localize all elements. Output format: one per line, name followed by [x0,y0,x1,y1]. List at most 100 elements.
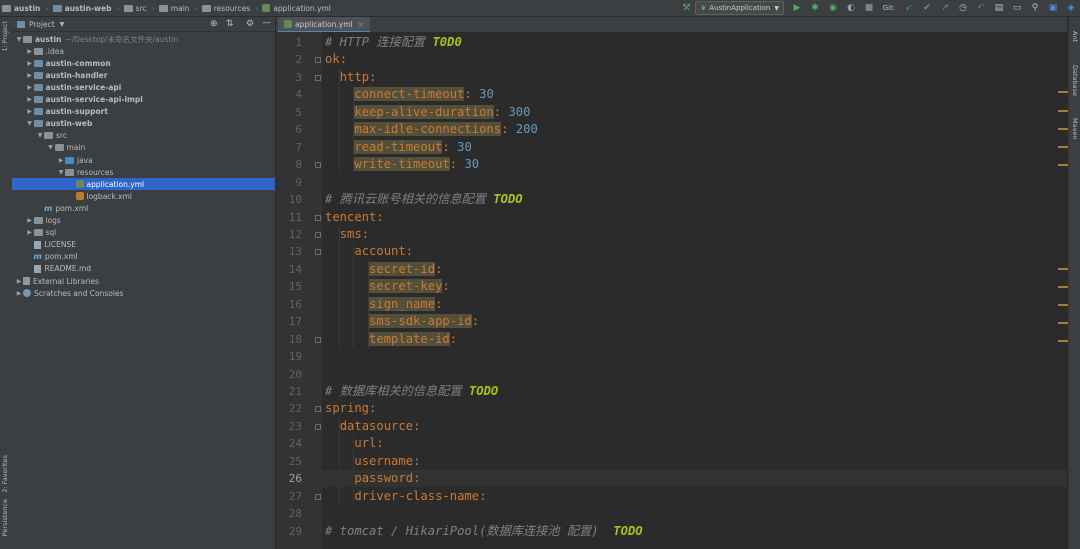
chevron-down-icon[interactable]: ▼ [57,169,65,176]
tree-item[interactable]: ▶ austin-service-api-impl [12,94,275,106]
chevron-right-icon[interactable]: ▶ [15,290,23,297]
chevron-down-icon[interactable]: ▼ [26,120,34,127]
debug-icon[interactable]: ✱ [809,2,821,14]
fold-marker-icon[interactable] [315,162,321,169]
tree-item[interactable]: ▶ Scratches and Consoles [12,287,275,299]
plugin-icon[interactable]: ◈ [1065,2,1077,14]
breadcrumb-item[interactable]: application.yml [260,0,334,16]
maven-tool-tab[interactable]: Maven [1071,118,1079,140]
chevron-down-icon[interactable]: ▼ [36,132,44,139]
search-icon[interactable]: ⚲ [1029,2,1041,14]
code-line: template-id: [325,331,457,348]
error-stripe-mark[interactable] [1058,286,1068,288]
tree-item[interactable]: logback.xml [12,190,275,202]
project-tree: ▼ austin ~/Desktop/未命名文件夹/austin ▶ .idea ▶ aus… [12,32,276,549]
breadcrumb-item[interactable]: austin-web [51,0,115,16]
fold-marker-icon[interactable] [315,423,321,430]
error-stripe-mark[interactable] [1058,91,1068,93]
tree-item[interactable]: ▶ austin-common [12,57,275,69]
database-tool-tab[interactable]: Database [1071,65,1079,96]
chevron-right-icon[interactable]: ▶ [26,60,34,67]
chevron-right-icon[interactable]: ▶ [26,96,34,103]
folder-icon [123,4,133,12]
chevron-right-icon[interactable]: ▶ [26,229,34,236]
error-stripe-mark[interactable] [1058,146,1068,148]
git-commit-icon[interactable]: ✔ [921,2,933,14]
ant-tool-tab[interactable]: Ant [1071,31,1079,42]
project-structure-icon[interactable]: ▤ [993,2,1005,14]
tree-item[interactable]: m pom.xml [12,251,275,263]
locate-file-icon[interactable]: ⊕ [210,19,218,29]
tree-item[interactable]: ▶ .idea [12,45,275,57]
tree-item[interactable]: LICENSE [12,239,275,251]
hammer-build-icon[interactable]: ⚒ [680,2,692,14]
error-stripe-mark[interactable] [1058,268,1068,270]
hide-panel-icon[interactable]: — [262,18,271,28]
chevron-down-icon[interactable]: ▼ [60,21,65,28]
tree-item[interactable]: README.md [12,263,275,275]
breadcrumb-item[interactable]: main [157,0,193,16]
error-stripe-mark[interactable] [1058,164,1068,166]
tree-item[interactable]: ▼ austin-web [12,118,275,130]
fold-marker-icon[interactable] [315,214,321,221]
tree-item[interactable]: ▶ austin-handler [12,69,275,81]
translate-icon[interactable]: ▣ [1047,2,1059,14]
favorites-tool-tab[interactable]: 2: Favorites [1,455,9,493]
tree-item[interactable]: ▶ java [12,154,275,166]
persistence-tool-tab[interactable]: Persistence [1,499,9,536]
error-stripe-mark[interactable] [1058,340,1068,342]
close-icon[interactable]: × [358,20,364,29]
fold-marker-icon[interactable] [315,231,321,238]
history-icon[interactable]: ◷ [957,2,969,14]
fold-marker-icon[interactable] [315,493,321,500]
editor-tab-application-yml[interactable]: application.yml × [278,17,370,33]
git-update-icon[interactable]: ↙ [903,2,915,14]
fold-marker-icon[interactable] [315,74,321,81]
run-configuration-dropdown[interactable]: ❦ AustinApplication ▼ [695,1,784,15]
chevron-right-icon[interactable]: ▶ [26,108,34,115]
line-number: 25 [288,454,302,468]
rollback-icon[interactable]: ↶ [975,2,987,14]
tree-item[interactable]: ▶ austin-service-api [12,81,275,93]
error-stripe-mark[interactable] [1058,304,1068,306]
tree-item[interactable]: application.yml [12,178,275,191]
fold-marker-icon[interactable] [315,249,321,256]
tree-item[interactable]: ▼ main [12,142,275,154]
breadcrumb-item[interactable]: austin [0,0,43,16]
tree-item[interactable]: ▼ resources [12,166,275,178]
project-view-selector[interactable]: Project [29,20,55,29]
error-stripe-mark[interactable] [1058,128,1068,130]
tree-item[interactable]: ▶ logs [12,215,275,227]
chevron-right-icon[interactable]: ▶ [26,72,34,79]
breadcrumb-item[interactable]: resources [200,0,253,16]
error-stripe-mark[interactable] [1058,322,1068,324]
error-stripe-mark[interactable] [1058,110,1068,112]
chevron-down-icon[interactable]: ▼ [15,36,23,43]
gear-icon[interactable]: ⚙ [246,19,254,29]
breadcrumb-item[interactable]: src [122,0,150,16]
git-push-icon[interactable]: ↗ [939,2,951,14]
chevron-right-icon[interactable]: ▶ [57,157,65,164]
chevron-right-icon[interactable]: ▶ [26,84,34,91]
fold-marker-icon[interactable] [315,336,321,343]
profile-icon[interactable]: ◐ [845,2,857,14]
collapse-all-icon[interactable]: ⇅ [226,19,234,29]
chevron-down-icon[interactable]: ▼ [47,144,55,151]
fold-marker-icon[interactable] [315,406,321,413]
tree-item[interactable]: ▼ src [12,130,275,142]
stop-icon[interactable]: ■ [863,2,875,14]
run-icon[interactable]: ▶ [791,2,803,14]
chevron-right-icon[interactable]: ▶ [15,278,23,285]
tree-item[interactable]: ▶ External Libraries [12,275,275,287]
layout-icon[interactable]: ▭ [1011,2,1023,14]
project-tool-tab[interactable]: 1: Project [1,21,9,52]
chevron-right-icon[interactable]: ▶ [26,217,34,224]
coverage-icon[interactable]: ◉ [827,2,839,14]
tree-item[interactable]: ▶ austin-support [12,106,275,118]
chevron-right-icon[interactable]: ▶ [26,48,34,55]
fold-marker-icon[interactable] [315,57,321,64]
tree-item[interactable]: m pom.xml [12,202,275,214]
code-editor[interactable]: # HTTP 连接配置 T0D0 ok: http: connect-timeou… [322,32,1067,549]
tree-item[interactable]: ▶ sql [12,227,275,239]
tree-item[interactable]: ▼ austin ~/Desktop/未命名文件夹/austin [12,33,275,45]
